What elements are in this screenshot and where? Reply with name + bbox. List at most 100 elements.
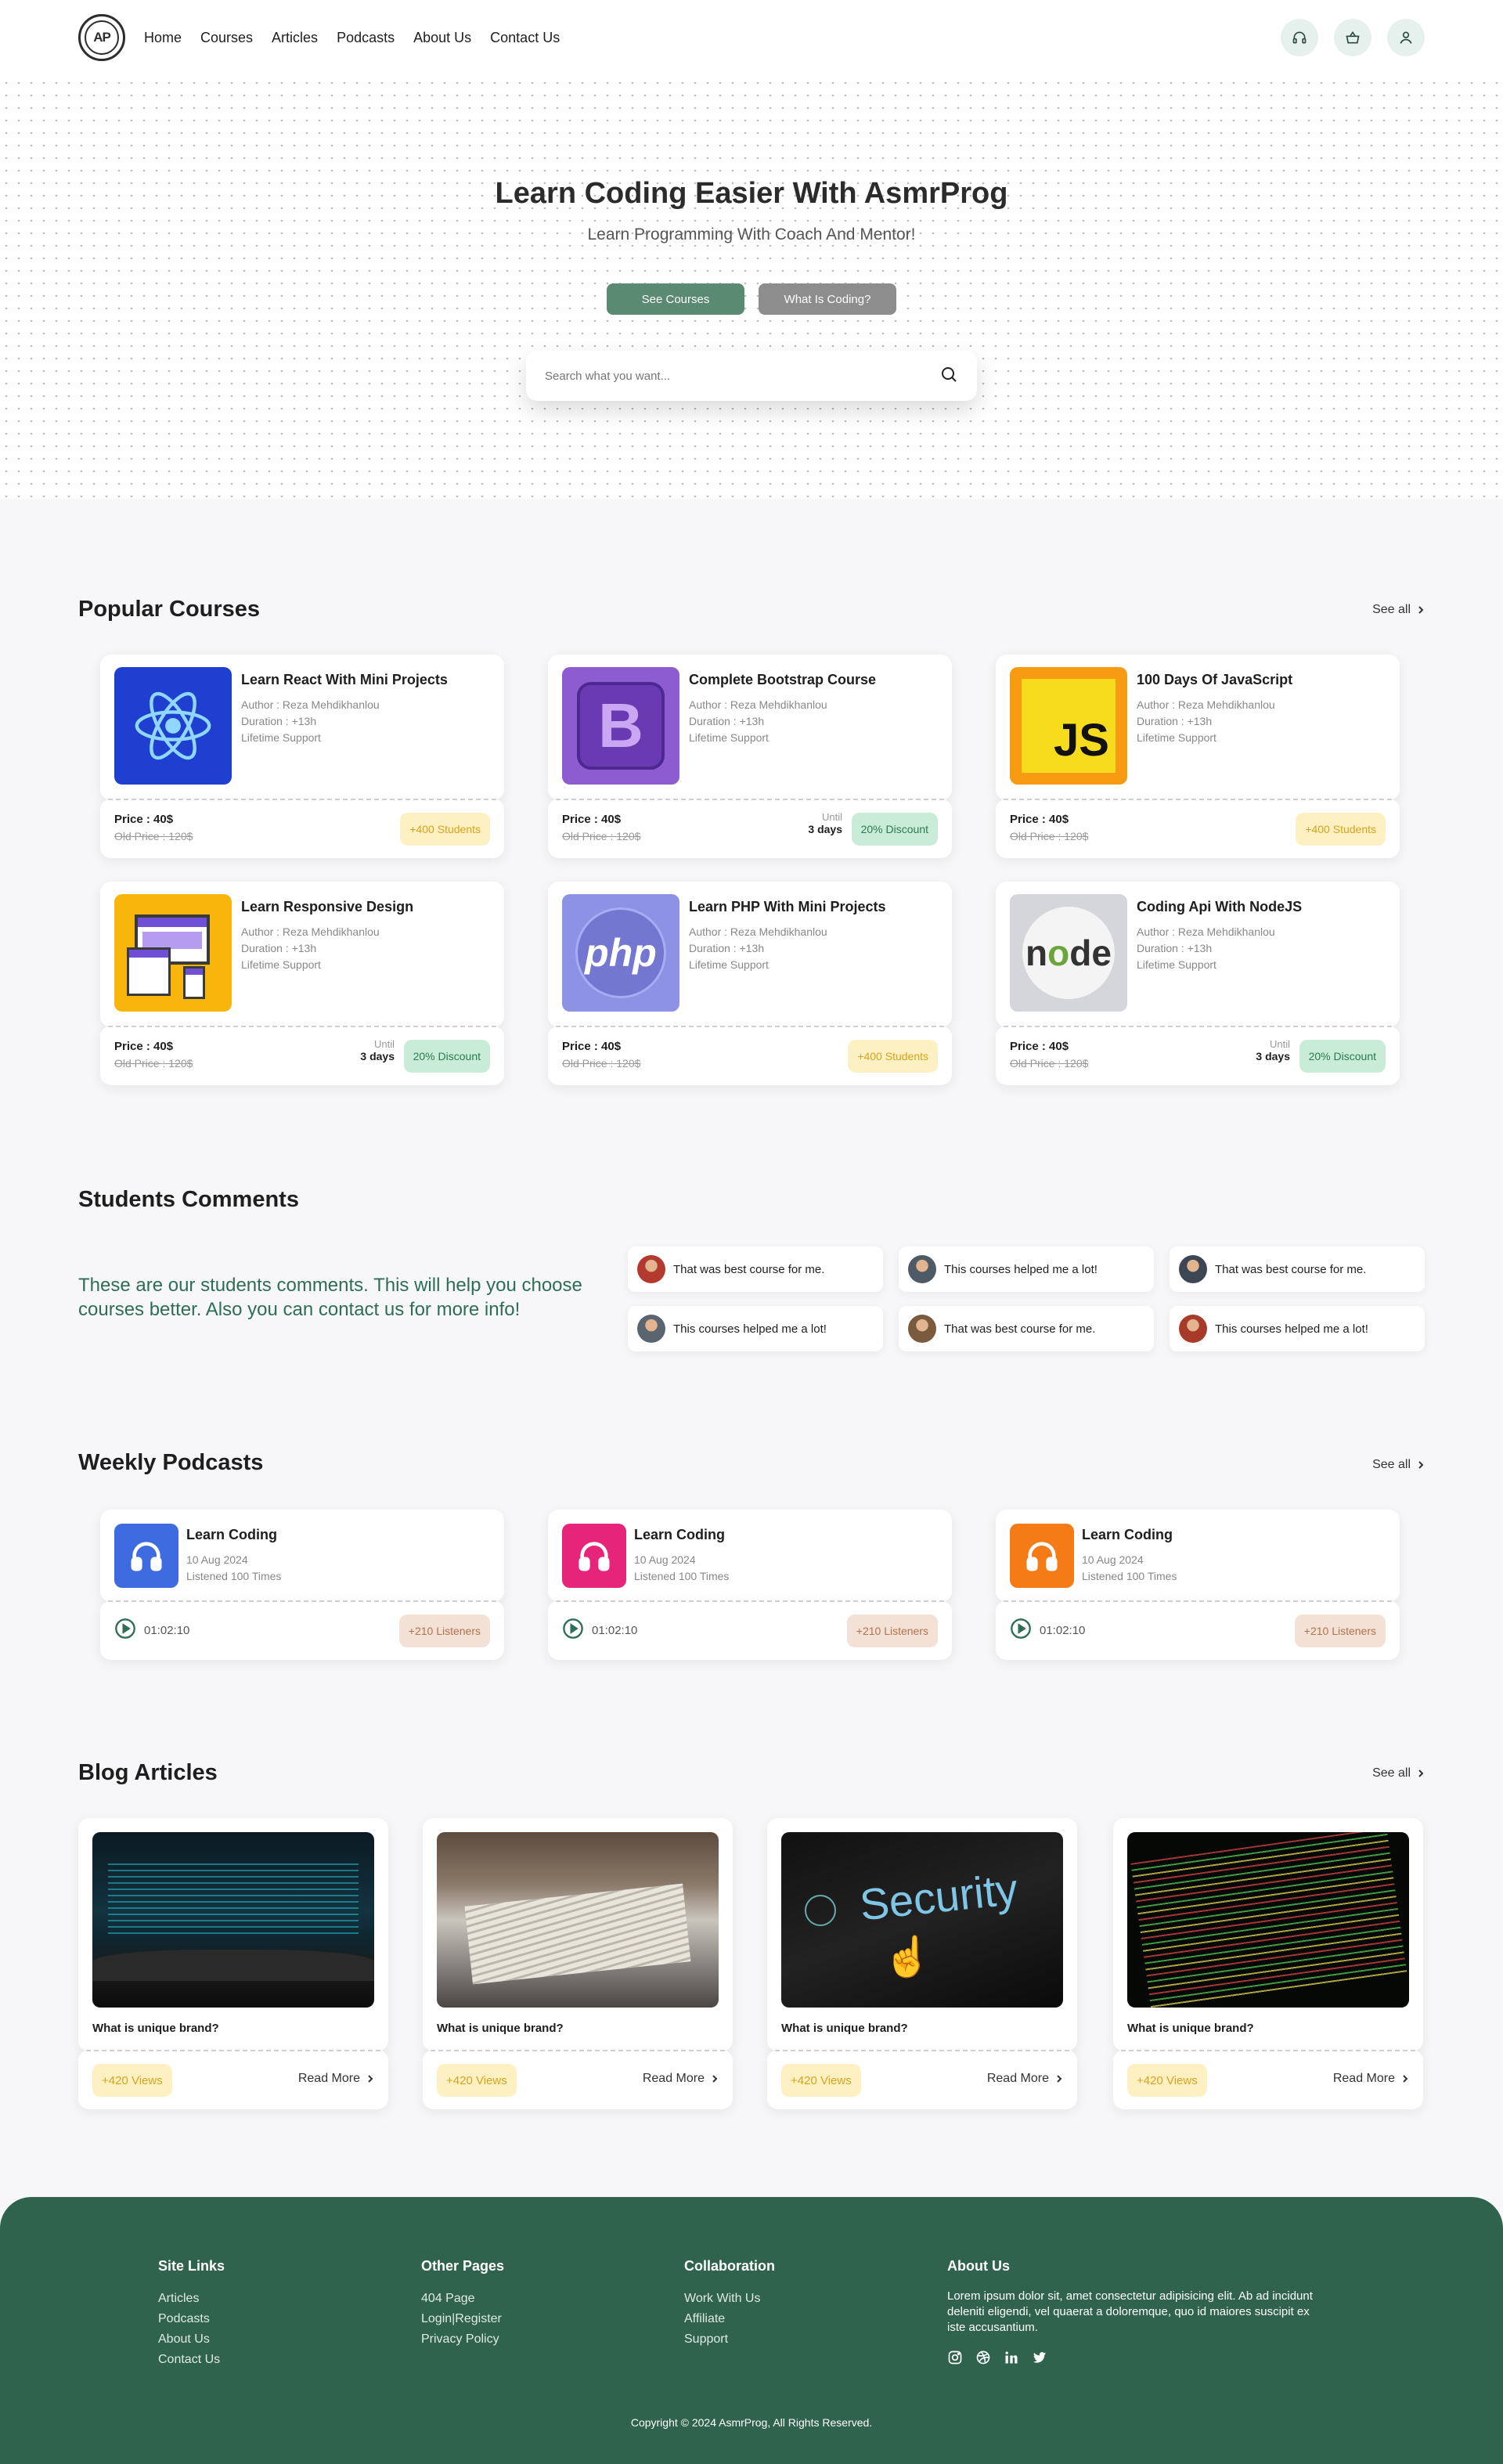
read-more-link[interactable]: Read More xyxy=(643,2072,719,2086)
footer-link-work[interactable]: Work With Us xyxy=(684,2289,775,2309)
course-title: 100 Days Of JavaScript xyxy=(1137,672,1293,687)
chevron-right-icon xyxy=(1418,1461,1424,1469)
nav-about[interactable]: About Us xyxy=(413,30,471,46)
headphones-icon xyxy=(1010,1524,1074,1588)
blog-card-footer: +420 Views Read More xyxy=(78,2050,388,2109)
chevron-right-icon xyxy=(368,2075,373,2083)
podcast-duration: 01:02:10 xyxy=(1040,1623,1086,1637)
course-card-footer: Price : 40$ Old Price : 120$ +400 Students xyxy=(996,799,1400,858)
chevron-right-icon xyxy=(1418,1770,1424,1777)
course-author: Author : Reza Mehdikhanlou xyxy=(1137,698,1275,711)
blog-card[interactable]: What is unique brand? xyxy=(423,1818,733,2051)
course-badge: +400 Students xyxy=(400,813,490,846)
read-more-label: Read More xyxy=(642,2072,705,2085)
course-card-footer: Price : 40$ Old Price : 120$ 20% Discount U… xyxy=(100,1026,504,1085)
site-logo[interactable]: AP xyxy=(78,14,125,61)
comment-text: This courses helped me a lot! xyxy=(1215,1322,1368,1336)
footer-link-support[interactable]: Support xyxy=(684,2329,775,2350)
course-title: Coding Api With NodeJS xyxy=(1137,899,1303,915)
course-meta: Author : Reza Mehdikhanlou Duration : +13… xyxy=(689,697,827,746)
nav-contact[interactable]: Contact Us xyxy=(490,30,560,46)
see-courses-button[interactable]: See Courses xyxy=(607,283,744,315)
user-icon[interactable] xyxy=(1387,19,1425,56)
footer-link-privacy[interactable]: Privacy Policy xyxy=(421,2329,504,2350)
what-is-coding-button[interactable]: What Is Coding? xyxy=(759,283,896,315)
instagram-icon[interactable] xyxy=(947,2350,963,2369)
play-icon[interactable] xyxy=(114,1618,136,1643)
podcast-card[interactable]: Learn Coding 10 Aug 2024 Listened 100 Time… xyxy=(996,1510,1400,1602)
blog-see-all-link[interactable]: See all xyxy=(1372,1766,1425,1780)
podcast-title: Learn Coding xyxy=(186,1527,277,1542)
course-meta: Author : Reza Mehdikhanlou Duration : +13… xyxy=(241,697,380,746)
read-more-link[interactable]: Read More xyxy=(1333,2072,1409,2086)
footer-link-contact[interactable]: Contact Us xyxy=(158,2350,225,2370)
card-divider xyxy=(556,799,944,800)
course-card[interactable]: php Learn PHP With Mini Projects Author : … xyxy=(548,882,952,1027)
podcast-listened: Listened 100 Times xyxy=(634,1570,730,1582)
course-card-footer: Price : 40$ Old Price : 120$ +400 Students xyxy=(100,799,504,858)
course-support: Lifetime Support xyxy=(1137,731,1216,744)
blog-title: What is unique brand? xyxy=(92,2022,219,2035)
footer-heading: Site Links xyxy=(158,2258,225,2274)
podcast-date: 10 Aug 2024 xyxy=(634,1553,696,1566)
podcast-card[interactable]: Learn Coding 10 Aug 2024 Listened 100 Time… xyxy=(100,1510,504,1602)
footer-link-404[interactable]: 404 Page xyxy=(421,2289,504,2309)
course-card[interactable]: Learn React With Mini Projects Author : R… xyxy=(100,655,504,800)
podcast-card[interactable]: Learn Coding 10 Aug 2024 Listened 100 Time… xyxy=(548,1510,952,1602)
nav-courses[interactable]: Courses xyxy=(200,30,253,46)
until-label: Until xyxy=(821,811,842,823)
nav-podcasts[interactable]: Podcasts xyxy=(337,30,395,46)
search-input[interactable] xyxy=(545,369,939,383)
course-title: Learn React With Mini Projects xyxy=(241,672,448,687)
play-icon[interactable] xyxy=(562,1618,584,1643)
podcast-title: Learn Coding xyxy=(1082,1527,1173,1542)
until-label: Until xyxy=(1269,1038,1290,1050)
search-icon[interactable] xyxy=(939,365,958,388)
card-divider xyxy=(108,1026,496,1027)
blog-card[interactable]: What is unique brand? xyxy=(1113,1818,1423,2051)
course-support: Lifetime Support xyxy=(689,731,769,744)
footer-link-affiliate[interactable]: Affiliate xyxy=(684,2309,775,2329)
nav-home[interactable]: Home xyxy=(144,30,182,46)
linkedin-icon[interactable] xyxy=(1004,2350,1019,2369)
course-card[interactable]: B Complete Bootstrap Course Author : Reza … xyxy=(548,655,952,800)
dribbble-icon[interactable] xyxy=(975,2350,991,2369)
play-icon[interactable] xyxy=(1010,1618,1032,1643)
podcasts-see-all-link[interactable]: See all xyxy=(1372,1458,1425,1472)
course-card[interactable]: Learn Responsive Design Author : Reza Meh… xyxy=(100,882,504,1027)
popular-see-all-link[interactable]: See all xyxy=(1372,603,1425,617)
search-bar xyxy=(526,351,977,401)
chevron-right-icon xyxy=(712,2075,718,2083)
blog-card-footer: +420 Views Read More xyxy=(1113,2050,1423,2109)
chevron-right-icon xyxy=(1418,606,1424,614)
course-card[interactable]: n o de Coding Api With NodeJS Author : Reza … xyxy=(996,882,1400,1027)
footer-link-about[interactable]: About Us xyxy=(158,2329,225,2350)
until-value: 3 days xyxy=(360,1050,395,1062)
footer-link-articles[interactable]: Articles xyxy=(158,2289,225,2309)
avatar xyxy=(908,1255,936,1283)
see-all-label: See all xyxy=(1372,1766,1411,1780)
blog-image xyxy=(92,1832,374,2008)
footer-link-podcasts[interactable]: Podcasts xyxy=(158,2309,225,2329)
course-card-footer: Price : 40$ Old Price : 120$ 20% Discount U… xyxy=(548,799,952,858)
nav-articles[interactable]: Articles xyxy=(272,30,318,46)
footer-link-login[interactable]: Login|Register xyxy=(421,2309,504,2329)
course-author: Author : Reza Mehdikhanlou xyxy=(1137,925,1275,938)
blog-card[interactable]: What is unique brand? xyxy=(78,1818,388,2051)
blog-card-footer: +420 Views Read More xyxy=(423,2050,733,2109)
basket-icon[interactable] xyxy=(1334,19,1371,56)
see-all-label: See all xyxy=(1372,1458,1411,1471)
read-more-link[interactable]: Read More xyxy=(987,2072,1063,2086)
blog-card[interactable]: Security ☝ What is unique brand? xyxy=(767,1818,1077,2051)
header-actions xyxy=(1281,19,1425,56)
podcast-listened: Listened 100 Times xyxy=(1082,1570,1177,1582)
comment-card: That was best course for me. xyxy=(1170,1246,1425,1292)
read-more-link[interactable]: Read More xyxy=(298,2072,374,2086)
twitter-icon[interactable] xyxy=(1032,2350,1047,2369)
comment-text: This courses helped me a lot! xyxy=(673,1322,827,1336)
course-card[interactable]: JS 100 Days Of JavaScript Author : Reza Me… xyxy=(996,655,1400,800)
course-title: Learn Responsive Design xyxy=(241,899,414,915)
card-divider xyxy=(556,1026,944,1027)
headset-icon[interactable] xyxy=(1281,19,1318,56)
card-divider xyxy=(1004,1600,1392,1602)
